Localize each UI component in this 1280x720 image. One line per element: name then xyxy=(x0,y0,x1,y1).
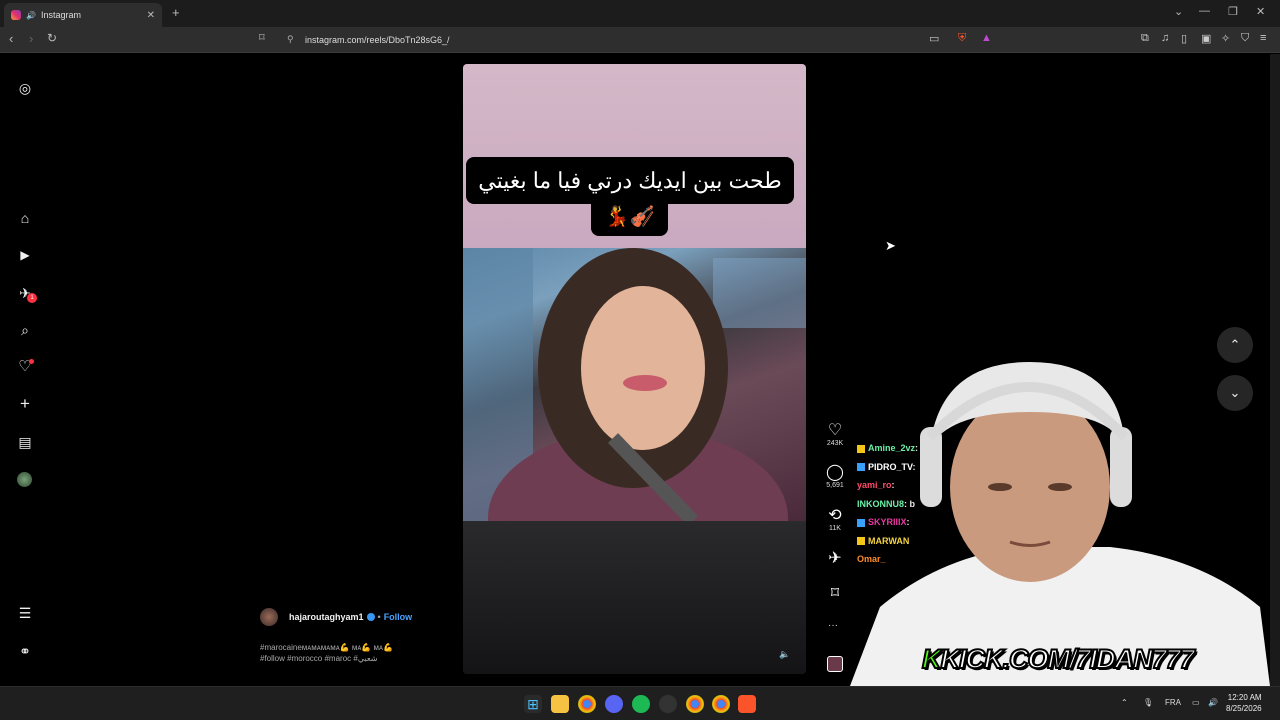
chrome-profile2-icon[interactable] xyxy=(712,695,730,713)
instagram-favicon-icon xyxy=(11,10,21,20)
hashtags-line2[interactable]: #follow #morocco #maroc #شعبي xyxy=(260,653,440,664)
leo-ai-icon[interactable]: ✧ xyxy=(1221,32,1230,45)
wallet-icon[interactable]: ▣ xyxy=(1201,32,1211,45)
close-window-button[interactable]: ✕ xyxy=(1256,5,1265,18)
instagram-logo-icon[interactable]: ◎ xyxy=(16,79,34,97)
maximize-button[interactable]: ❐ xyxy=(1228,5,1238,18)
new-tab-button[interactable]: + xyxy=(172,5,180,20)
streamer-webcam xyxy=(850,362,1270,686)
obs-icon[interactable] xyxy=(659,695,677,713)
author-avatar[interactable] xyxy=(260,608,278,626)
reels-icon[interactable]: ▶ xyxy=(16,246,34,264)
microphone-icon[interactable]: 🎙 xyxy=(1143,698,1153,707)
kick-url-text: KICK.COM/7IDAN777 xyxy=(939,643,1195,675)
url-bar[interactable]: ⚲ instagram.com/reels/DboTn28sG6_/ xyxy=(280,30,1000,50)
reel-video[interactable]: طحت بين ايديك درتي فيا ما بغيتي 💃🎻 🔈 xyxy=(463,64,806,674)
url-text: instagram.com/reels/DboTn28sG6_/ xyxy=(305,35,450,45)
reel-author-row: hajaroutaghyam1 • Follow xyxy=(260,608,412,626)
minimize-button[interactable]: — xyxy=(1199,5,1210,17)
file-explorer-icon[interactable] xyxy=(551,695,569,713)
also-from-meta-icon[interactable]: ⚭ xyxy=(16,642,34,660)
brave-rewards-icon[interactable]: ▲ xyxy=(981,32,992,44)
create-icon[interactable]: + xyxy=(16,395,34,413)
kick-channel-banner: KKICK.COM/7IDAN777 xyxy=(921,642,1242,677)
windows-taskbar: ⊞ ⌃ 🎙 FRA ▭ 🔊 12:20 AM 8/25/2026 xyxy=(0,686,1280,720)
tab-title: Instagram xyxy=(40,10,81,20)
verified-badge-icon xyxy=(366,613,375,621)
forward-icon[interactable]: › xyxy=(29,31,33,46)
follow-button[interactable]: Follow xyxy=(384,612,413,622)
hashtags-line1[interactable]: #marocaineᴍᴀᴍᴀᴍᴀᴍᴀ💪 ᴍᴀ💪 ᴍᴀ💪 xyxy=(260,642,440,653)
tab-close-icon[interactable]: ✕ xyxy=(147,10,155,21)
tab-instagram[interactable]: 🔊 Instagram ✕ xyxy=(4,3,162,27)
reel-caption-line1: طحت بين ايديك درتي فيا ما بغيتي xyxy=(466,157,794,204)
site-info-icon[interactable]: ⚲ xyxy=(287,34,294,45)
bookmark-icon[interactable]: ⌑ xyxy=(259,31,265,44)
volume-icon[interactable]: 🔊 xyxy=(1208,698,1218,707)
clock-time: 12:20 AM xyxy=(1227,693,1262,702)
reel-top-background: طحت بين ايديك درتي فيا ما بغيتي 💃🎻 xyxy=(463,64,806,248)
tab-search-icon[interactable]: ⌄ xyxy=(1174,5,1183,18)
video-person-illustration xyxy=(463,248,806,521)
dashboard-icon[interactable]: ▤ xyxy=(16,433,34,451)
reel-caption-line2: 💃🎻 xyxy=(591,199,668,236)
more-menu-icon[interactable]: ☰ xyxy=(16,604,34,622)
vpn-icon[interactable]: ⛉ xyxy=(1241,32,1249,45)
author-username[interactable]: hajaroutaghyam1 xyxy=(289,612,364,622)
notification-dot xyxy=(29,359,34,364)
address-toolbar: ‹ › ↻ ⌑ ⚲ instagram.com/reels/DboTn28sG6… xyxy=(0,27,1280,53)
chrome-icon[interactable] xyxy=(578,695,596,713)
start-icon[interactable]: ⊞ xyxy=(524,695,542,713)
browser-tab-bar: 🔊 Instagram ✕ + ⌄ — ❐ ✕ xyxy=(0,0,1280,27)
page-scrollbar[interactable] xyxy=(1270,54,1280,686)
mouse-cursor-icon: ➤ xyxy=(885,238,896,253)
home-icon[interactable]: ⌂ xyxy=(16,209,34,227)
reel-bottom-area xyxy=(463,521,806,674)
language-indicator[interactable]: FRA xyxy=(1165,698,1181,707)
cast-icon[interactable]: ▭ xyxy=(929,32,939,45)
media-icon[interactable]: ♫ xyxy=(1161,32,1169,44)
back-icon[interactable]: ‹ xyxy=(9,31,13,46)
brave-shields-icon[interactable]: ⛨ xyxy=(958,32,966,45)
search-icon[interactable]: ⌕ xyxy=(16,321,34,339)
reload-icon[interactable]: ↻ xyxy=(47,31,57,45)
discord-icon[interactable] xyxy=(605,695,623,713)
reel-hashtags: #marocaineᴍᴀᴍᴀᴍᴀᴍᴀ💪 ᴍᴀ💪 ᴍᴀ💪 #follow #mor… xyxy=(260,642,440,664)
brave-icon[interactable] xyxy=(738,695,756,713)
menu-icon[interactable]: ≡ xyxy=(1260,32,1266,44)
network-icon[interactable]: ▭ xyxy=(1192,698,1200,707)
sidebar-toggle-icon[interactable]: ▯ xyxy=(1181,32,1187,45)
tab-audio-icon[interactable]: 🔊 xyxy=(26,11,36,20)
clock-date: 8/25/2026 xyxy=(1226,704,1262,713)
tray-overflow-icon[interactable]: ⌃ xyxy=(1121,698,1128,707)
spotify-icon[interactable] xyxy=(632,695,650,713)
profile-avatar[interactable] xyxy=(17,472,32,487)
extensions-icon[interactable]: ⧉ xyxy=(1141,32,1149,45)
sound-toggle-icon[interactable]: 🔈 xyxy=(779,649,790,660)
chrome-profile-icon[interactable] xyxy=(686,695,704,713)
kick-logo-icon: K xyxy=(921,643,942,675)
messages-badge: 1 xyxy=(27,293,37,303)
reel-video-frame xyxy=(463,248,806,521)
taskbar-clock[interactable]: 12:20 AM 8/25/2026 xyxy=(1226,692,1262,714)
